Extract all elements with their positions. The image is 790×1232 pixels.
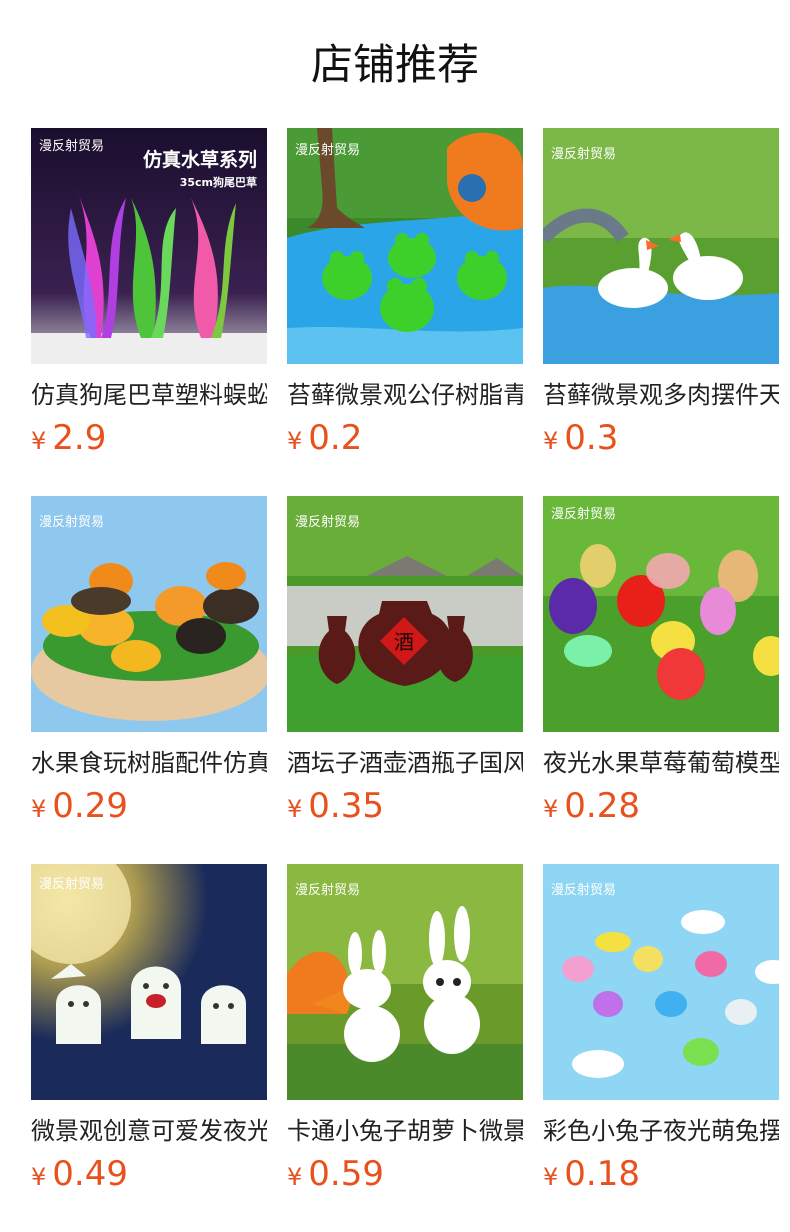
currency-symbol: ¥ [543, 795, 559, 823]
currency-symbol: ¥ [287, 795, 303, 823]
product-name[interactable]: 夜光水果草莓葡萄模型摆件 [543, 746, 779, 780]
price-value: 0.18 [564, 1154, 640, 1194]
brand-watermark: 漫反射贸易 [551, 882, 616, 898]
price-value: 0.59 [308, 1154, 384, 1194]
product-price: ¥2.9 [31, 418, 106, 458]
currency-symbol: ¥ [31, 795, 47, 823]
brand-watermark: 漫反射贸易 [39, 514, 104, 530]
product-name[interactable]: 苔藓微景观多肉摆件天鹅 [543, 378, 779, 412]
product-image[interactable]: 漫反射贸易 [287, 864, 523, 1100]
jar-label: 酒 [394, 630, 414, 654]
product-image[interactable]: 漫反射贸易 [31, 864, 267, 1100]
price-value: 0.3 [564, 418, 619, 458]
product-price: ¥0.18 [543, 1154, 640, 1194]
product-price: ¥0.59 [287, 1154, 384, 1194]
brand-watermark: 漫反射贸易 [295, 142, 360, 158]
product-image[interactable]: 漫反射贸易 仿真水草系列 35cm狗尾巴草 [31, 128, 267, 364]
product-price: ¥0.2 [287, 418, 362, 458]
product-image[interactable]: 漫反射贸易 [543, 864, 779, 1100]
currency-symbol: ¥ [543, 1163, 559, 1191]
currency-symbol: ¥ [287, 427, 303, 455]
product-image[interactable]: 漫反射贸易 [543, 496, 779, 732]
product-name[interactable]: 卡通小兔子胡萝卜微景观摆件 [287, 1114, 523, 1148]
currency-symbol: ¥ [31, 1163, 47, 1191]
product-image[interactable]: 酒 漫反射贸易 [287, 496, 523, 732]
currency-symbol: ¥ [287, 1163, 303, 1191]
product-price: ¥0.49 [31, 1154, 128, 1194]
brand-watermark: 漫反射贸易 [39, 876, 104, 892]
brand-watermark: 漫反射贸易 [295, 882, 360, 898]
price-value: 0.29 [52, 786, 128, 826]
page-title: 店铺推荐 [310, 40, 479, 89]
badge-title: 仿真水草系列 [143, 148, 257, 171]
product-name[interactable]: 微景观创意可爱发夜光幽灵摆件 [31, 1114, 267, 1148]
product-name[interactable]: 仿真狗尾巴草塑料蜈蚣草鱼缸造景装饰水族箱 [31, 378, 267, 412]
brand-watermark: 漫反射贸易 [39, 138, 104, 154]
badge-subtitle: 35cm狗尾巴草 [180, 175, 257, 189]
price-value: 0.2 [308, 418, 363, 458]
currency-symbol: ¥ [543, 427, 559, 455]
brand-watermark: 漫反射贸易 [295, 514, 360, 530]
product-name[interactable]: 水果食玩树脂配件仿真南瓜 [31, 746, 267, 780]
product-price: ¥0.28 [543, 786, 640, 826]
product-image[interactable]: 漫反射贸易 [287, 128, 523, 364]
brand-watermark: 漫反射贸易 [551, 146, 616, 162]
product-price: ¥0.35 [287, 786, 384, 826]
product-image[interactable]: 漫反射贸易 [543, 128, 779, 364]
product-image[interactable]: 漫反射贸易 [31, 496, 267, 732]
brand-watermark: 漫反射贸易 [551, 506, 616, 522]
price-value: 0.49 [52, 1154, 128, 1194]
product-name[interactable]: 彩色小兔子夜光萌兔摆件 [543, 1114, 779, 1148]
currency-symbol: ¥ [31, 427, 47, 455]
product-price: ¥0.3 [543, 418, 618, 458]
product-price: ¥0.29 [31, 786, 128, 826]
price-value: 0.35 [308, 786, 384, 826]
product-name[interactable]: 酒坛子酒壶酒瓶子国风微景观 [287, 746, 523, 780]
price-value: 0.28 [564, 786, 640, 826]
product-name[interactable]: 苔藓微景观公仔树脂青蛙摆件 [287, 378, 523, 412]
price-value: 2.9 [52, 418, 107, 458]
